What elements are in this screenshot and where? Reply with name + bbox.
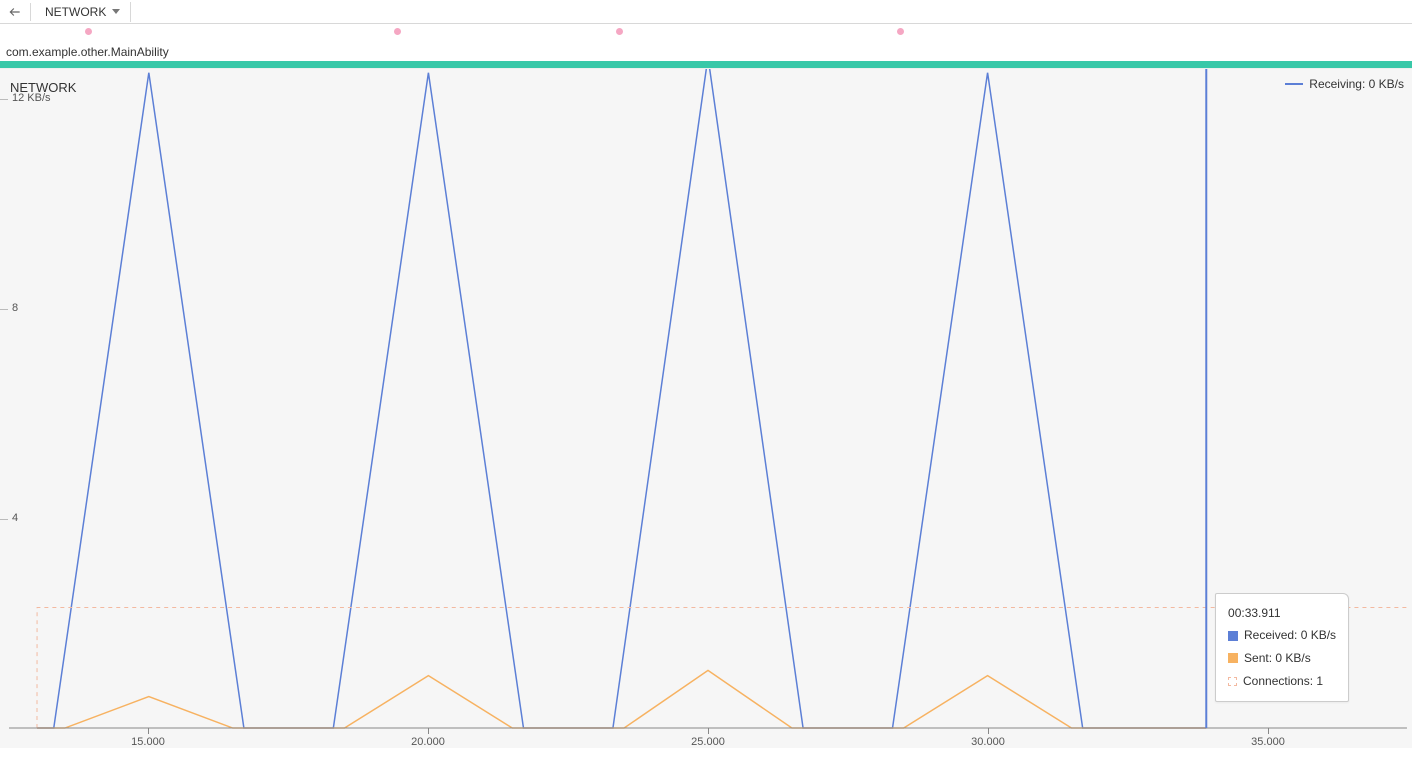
- x-axis: 15.000 20.000 25.000 30.000 35.000: [0, 728, 1412, 748]
- chevron-down-icon: [112, 9, 120, 15]
- series-sent: [37, 670, 1206, 728]
- x-tick-label: 15.000: [131, 736, 165, 748]
- toolbar-divider: [30, 3, 31, 21]
- ability-row: com.example.other.MainAbility: [0, 39, 1412, 68]
- square-icon: [1228, 653, 1238, 663]
- back-arrow-icon: [8, 5, 22, 19]
- x-tick-label: 20.000: [411, 736, 445, 748]
- square-icon: [1228, 631, 1238, 641]
- y-tick-label: 8: [12, 302, 18, 314]
- tooltip-connections: Connections: 1: [1243, 670, 1323, 693]
- event-dot: [616, 28, 623, 35]
- network-chart[interactable]: NETWORK Receiving: 0 KB/s 00:33.911 Rece…: [0, 68, 1412, 748]
- x-tick: [148, 728, 149, 734]
- x-tick: [1268, 728, 1269, 734]
- event-row: [0, 24, 1412, 39]
- toolbar: NETWORK: [0, 0, 1412, 24]
- series-receiving: [37, 69, 1206, 728]
- x-tick-label: 30.000: [971, 736, 1005, 748]
- tooltip-time: 00:33.911: [1228, 602, 1281, 625]
- event-dot: [394, 28, 401, 35]
- event-dot: [85, 28, 92, 35]
- ability-lifecycle-bar: [0, 61, 1412, 68]
- x-tick: [428, 728, 429, 734]
- profiler-dropdown[interactable]: NETWORK: [35, 2, 131, 22]
- chart-tooltip: 00:33.911 Received: 0 KB/s Sent: 0 KB/s …: [1215, 593, 1349, 702]
- x-tick-label: 25.000: [691, 736, 725, 748]
- y-tick: [0, 99, 8, 100]
- x-tick: [708, 728, 709, 734]
- tooltip-sent: Sent: 0 KB/s: [1244, 647, 1311, 670]
- y-tick-label: 12 KB/s: [12, 92, 51, 104]
- series-connections: [37, 608, 1407, 729]
- x-tick: [988, 728, 989, 734]
- y-tick: [0, 519, 8, 520]
- chart-svg: [0, 69, 1412, 748]
- tooltip-received: Received: 0 KB/s: [1244, 624, 1336, 647]
- dropdown-label: NETWORK: [45, 5, 106, 19]
- dashed-square-icon: [1228, 677, 1237, 686]
- ability-label: com.example.other.MainAbility: [6, 45, 169, 59]
- y-tick-label: 4: [12, 512, 18, 524]
- x-tick-label: 35.000: [1251, 736, 1285, 748]
- event-dot: [897, 28, 904, 35]
- y-tick: [0, 309, 8, 310]
- back-button[interactable]: [4, 2, 26, 22]
